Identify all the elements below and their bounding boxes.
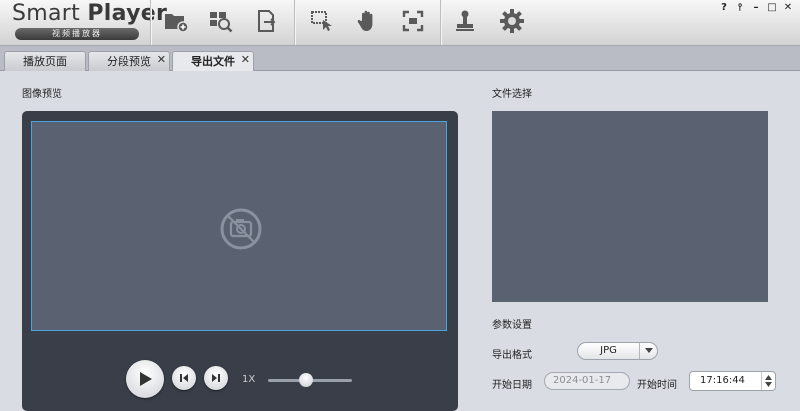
export-format-select[interactable]: JPG [577,342,658,360]
play-button[interactable] [126,360,164,398]
export-format-value: JPG [600,345,617,356]
image-preview-label: 图像预览 [22,89,62,100]
speed-slider-thumb[interactable] [298,373,313,387]
tab-label: 分段预览 [107,55,151,68]
toolbar-divider [440,0,441,45]
tab-label: 导出文件 [191,55,235,68]
start-date-field[interactable]: 2024-01-17 [544,372,630,390]
pan-button[interactable] [353,7,381,35]
toolbar-divider [150,0,151,45]
start-date-label: 开始日期 [492,380,532,391]
stamp-icon [456,10,474,31]
start-time-value: 17:16:44 [700,375,745,386]
add-folder-icon [165,14,189,33]
export-file-icon [258,10,276,32]
speed-label: 1X [242,374,256,385]
tab-playback[interactable]: 播放页面 [4,51,86,71]
window-controls: ? ⫯ – □ ✕ [718,2,794,14]
export-format-label: 导出格式 [492,350,532,361]
fullscreen-icon [402,10,424,32]
watermark-button[interactable] [451,7,479,35]
hand-icon [357,10,373,31]
help-button[interactable]: ? [718,2,730,14]
step-forward-icon [212,374,220,382]
preview-panel: 1X [22,111,458,411]
params-label: 参数设置 [492,320,532,331]
add-folder-button[interactable] [162,7,190,35]
tab-close-icon[interactable]: ✕ [241,50,250,69]
search-window-icon [210,12,233,33]
pin-button[interactable]: ⫯ [734,2,746,14]
export-file-button[interactable] [253,7,281,35]
camera-placeholder-icon [220,208,262,250]
start-time-label: 开始时间 [637,380,677,391]
play-icon [140,372,152,386]
tab-export-file[interactable]: 导出文件 ✕ [172,51,254,72]
settings-button[interactable] [498,7,526,35]
maximize-button[interactable]: □ [766,2,778,14]
fullscreen-button[interactable] [399,7,427,35]
tab-bar: 播放页面 分段预览 ✕ 导出文件 ✕ [0,46,800,72]
file-list[interactable] [492,111,768,302]
chevron-down-icon [639,343,657,359]
app-title: Smart Player [12,1,168,26]
close-button[interactable]: ✕ [782,2,794,14]
search-window-button[interactable] [207,7,235,35]
tab-close-icon[interactable]: ✕ [157,50,166,69]
start-time-field[interactable]: 17:16:44 [689,371,776,391]
export-panel: 图像预览 1X 文件选择 参数设置 导出格式 JPG 开始日期 2024-01-… [0,71,800,411]
spin-down-icon [765,382,772,387]
prev-frame-button[interactable] [172,366,196,390]
tab-label: 播放页面 [23,55,67,68]
select-cursor-icon [311,11,332,31]
gear-icon [500,9,524,33]
title-bar: Smart Player 视频播放器 ? ⫯ – □ ✕ [0,0,800,46]
app-subtitle: 视频播放器 [15,28,139,40]
step-back-icon [180,374,188,382]
app-logo: Smart Player 视频播放器 [12,1,168,40]
toolbar-divider [294,0,295,45]
tab-segment-preview[interactable]: 分段预览 ✕ [88,51,170,71]
time-spinner[interactable] [761,372,775,390]
minimize-button[interactable]: – [750,2,762,14]
select-button[interactable] [308,7,336,35]
preview-screen [31,121,447,331]
file-select-label: 文件选择 [492,89,532,100]
spin-up-icon [765,375,772,380]
next-frame-button[interactable] [204,366,228,390]
